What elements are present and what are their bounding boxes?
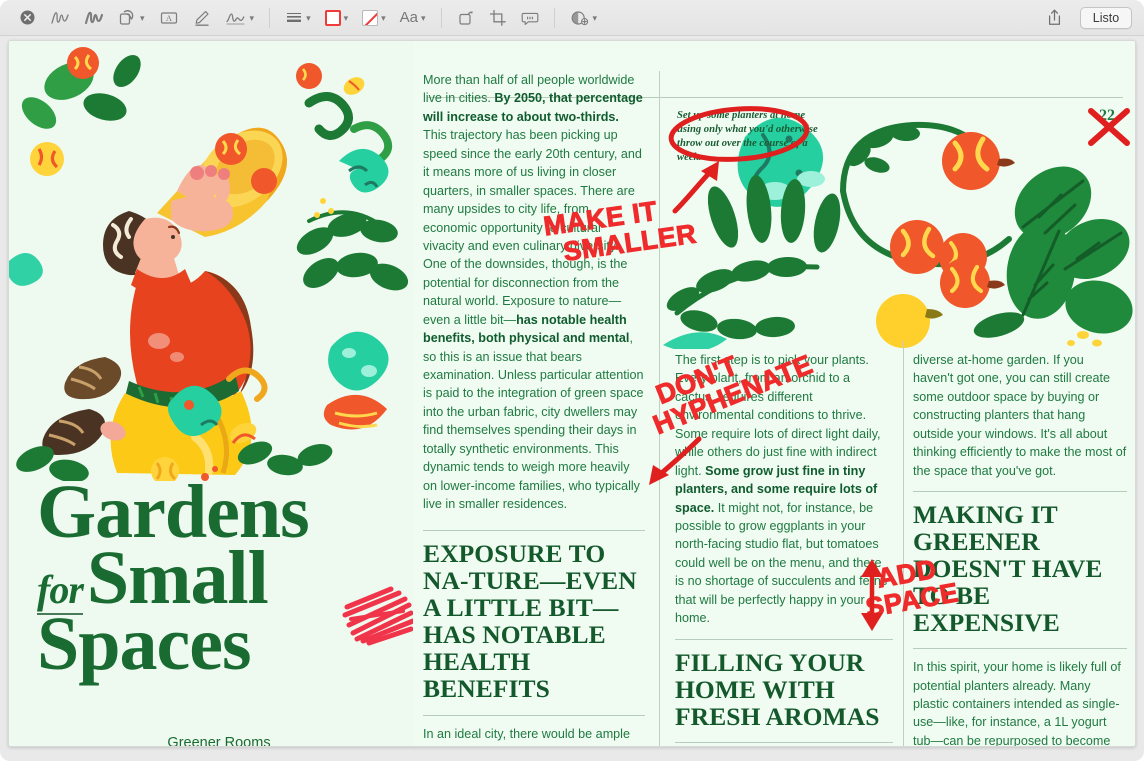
markup-toolbar: ▾ A ▾ ▾ ▾ ▾ Aa ▾ ▾ Listo <box>0 0 1144 36</box>
stroke-swatch-icon <box>324 9 341 26</box>
font-aa-icon: Aa <box>399 9 419 26</box>
column2-heading-rule-bottom <box>675 741 893 743</box>
column3-paragraph-2: In this spirit, your home is likely full… <box>913 660 1121 747</box>
crop-tool[interactable] <box>482 5 514 31</box>
shapes-icon <box>118 9 137 27</box>
article-callout-italic: Set up some planters at home using only … <box>677 110 818 164</box>
adjust-color-tool[interactable]: ▾ <box>563 5 605 31</box>
column3-paragraph-1: diverse at-home garden. If you haven't g… <box>913 353 1127 478</box>
chevron-down-icon: ▾ <box>592 13 598 23</box>
cover-title-line3: Spaces <box>37 601 252 686</box>
share-icon <box>1046 8 1063 27</box>
column1-intro-paragraph: More than half of all people worldwide l… <box>423 73 644 512</box>
rotate-icon <box>457 9 475 27</box>
column-divider-2 <box>903 341 904 746</box>
squiggle-bold-icon <box>84 9 104 27</box>
column1-heading-rule-bottom <box>423 714 645 716</box>
column1-heading-rule-top <box>423 529 645 531</box>
column1-body-paragraph: In an ideal city, there would be ample g… <box>423 726 630 746</box>
article-column-2: The first step is to pick your plants. E… <box>675 351 893 746</box>
article-column-1: More than half of all people worldwide l… <box>423 71 645 746</box>
cover-title: Gardens forSmall Spaces <box>37 474 417 686</box>
cover-ornaments <box>167 367 268 444</box>
squiggle-icon <box>50 9 70 27</box>
chevron-down-icon: ▾ <box>306 13 311 23</box>
crop-icon <box>489 9 507 27</box>
highlighter-tool[interactable] <box>186 5 218 31</box>
column3-heading-rule-top <box>913 491 1127 493</box>
column-divider-1 <box>659 71 660 746</box>
rotate-tool[interactable] <box>450 5 482 31</box>
shapes-tool[interactable]: ▾ <box>111 5 152 31</box>
column2-heading-rule-top <box>675 638 893 640</box>
markup-window: ▾ A ▾ ▾ ▾ ▾ Aa ▾ ▾ Listo Gardens forSmal… <box>0 0 1144 761</box>
highlight-draw-tool[interactable] <box>77 5 111 31</box>
share-button[interactable] <box>1039 5 1070 31</box>
comment-icon <box>521 9 539 27</box>
circle-x-icon <box>19 9 36 26</box>
magazine-left-page: Gardens forSmall Spaces Greener Rooms <box>9 41 416 747</box>
column2-heading: FILLING YOUR HOME WITH FRESH AROMAS <box>675 647 880 731</box>
pen-underline-icon <box>193 9 211 27</box>
toolbar-divider <box>440 7 442 28</box>
chevron-down-icon: ▾ <box>343 13 349 23</box>
draw-tool[interactable] <box>43 5 77 31</box>
column3-heading: MAKING IT GREENER DOESN'T HAVE TO BE EXP… <box>913 500 1103 638</box>
fill-color-tool[interactable]: ▾ <box>355 5 393 31</box>
cover-subtitle: Greener Rooms <box>167 735 271 747</box>
column1-heading: EXPOSURE TO NA-TURE—EVEN A LITTLE BIT—HA… <box>423 538 637 703</box>
stroke-weight-tool[interactable]: ▾ <box>278 5 318 31</box>
text-tool[interactable]: A <box>152 5 186 31</box>
fill-swatch-icon <box>362 9 379 26</box>
signature-icon <box>225 9 247 27</box>
sketch-close-tool[interactable] <box>12 5 43 31</box>
border-color-tool[interactable]: ▾ <box>318 5 356 31</box>
chevron-down-icon: ▾ <box>381 13 386 23</box>
signature-tool[interactable]: ▾ <box>218 5 262 31</box>
toolbar-divider <box>553 7 555 28</box>
article-column-3: diverse at-home garden. If you haven't g… <box>913 351 1127 747</box>
column2-paragraph-1: The first step is to pick your plants. E… <box>675 353 888 626</box>
text-box-icon: A <box>159 9 179 27</box>
chevron-down-icon: ▾ <box>249 13 255 23</box>
column3-heading-rule-bottom <box>913 648 1127 650</box>
chevron-down-icon: ▾ <box>421 13 426 23</box>
svg-text:A: A <box>165 13 172 23</box>
font-style-tool[interactable]: Aa ▾ <box>393 5 433 31</box>
lines-weight-icon <box>285 10 303 26</box>
color-adjust-icon <box>570 9 590 27</box>
toolbar-divider <box>269 7 271 28</box>
chevron-down-icon: ▾ <box>140 13 145 23</box>
document-canvas[interactable]: Gardens forSmall Spaces Greener Rooms 22… <box>8 40 1136 747</box>
magazine-right-page: 22 More than half of all people worldwid… <box>413 41 1135 747</box>
note-tool[interactable] <box>514 5 546 31</box>
done-button[interactable]: Listo <box>1080 6 1132 29</box>
